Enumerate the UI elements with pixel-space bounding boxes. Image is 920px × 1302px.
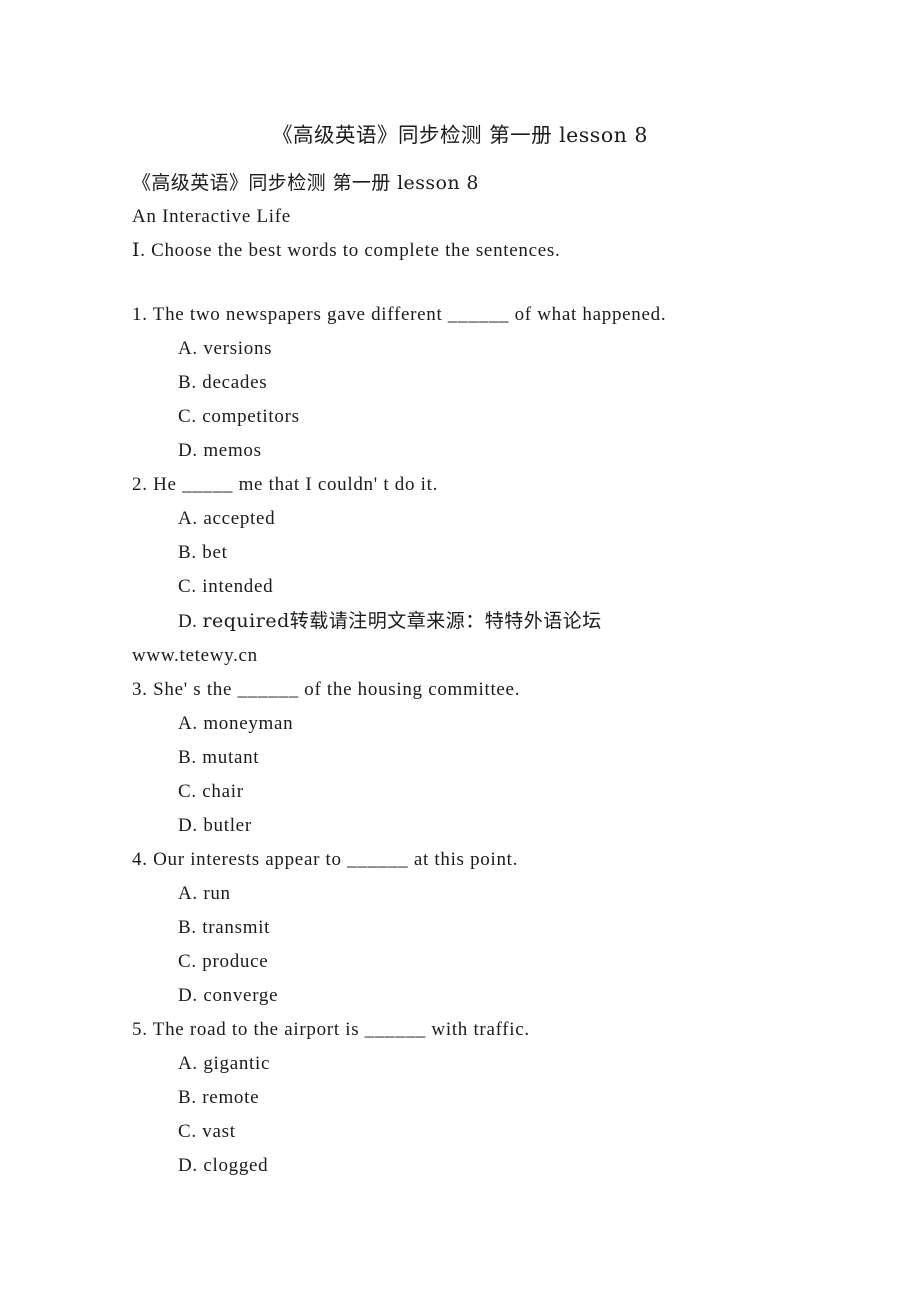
question-text: The two newspapers gave different ______… xyxy=(152,304,667,325)
option-row[interactable]: A. run xyxy=(132,877,892,911)
option-text: run xyxy=(203,883,231,904)
option-text: competitors xyxy=(202,406,300,427)
question-stem: 1. The two newspapers gave different ___… xyxy=(132,298,892,332)
question-number: 1. xyxy=(132,304,148,325)
option-text: accepted xyxy=(203,508,276,529)
option-letter: C. xyxy=(178,576,197,597)
option-row[interactable]: D. clogged xyxy=(132,1149,892,1183)
option-text: bet xyxy=(202,542,228,563)
option-letter: B. xyxy=(178,1087,197,1108)
question-stem: 4. Our interests appear to ______ at thi… xyxy=(132,843,892,877)
option-row[interactable]: B. mutant xyxy=(132,741,892,775)
option-text: clogged xyxy=(203,1155,269,1176)
option-text: vast xyxy=(202,1121,236,1142)
option-row[interactable]: C. vast xyxy=(132,1115,892,1149)
question-stem: 3. She' s the ______ of the housing comm… xyxy=(132,673,892,707)
option-row[interactable]: B. decades xyxy=(132,366,892,400)
question-number: 3. xyxy=(132,679,148,700)
question-text: Our interests appear to ______ at this p… xyxy=(153,849,519,870)
option-text: transmit xyxy=(202,917,271,938)
option-letter: C. xyxy=(178,781,197,802)
question-stem: 5. The road to the airport is ______ wit… xyxy=(132,1013,892,1047)
option-letter: D. xyxy=(178,440,198,461)
document-page: 《高级英语》同步检测 第一册 lesson 8 《高级英语》同步检测 第一册 l… xyxy=(0,0,920,1302)
question-stem: 2. He _____ me that I couldn' t do it. xyxy=(132,468,892,502)
lesson-title: An Interactive Life xyxy=(132,206,291,227)
document-body: 《高级英语》同步检测 第一册 lesson 8 An Interactive L… xyxy=(132,166,892,1183)
option-letter: A. xyxy=(178,508,198,529)
option-letter: C. xyxy=(178,1121,197,1142)
option-text: butler xyxy=(203,815,252,836)
option-letter: D. xyxy=(178,985,198,1006)
option-letter: B. xyxy=(178,917,197,938)
option-row[interactable]: D. butler xyxy=(132,809,892,843)
option-text: remote xyxy=(202,1087,260,1108)
option-row[interactable]: D. converge xyxy=(132,979,892,1013)
option-text: moneyman xyxy=(203,713,294,734)
option-text: decades xyxy=(202,372,268,393)
option-text: memos xyxy=(203,440,262,461)
option-letter: C. xyxy=(178,951,197,972)
option-letter: A. xyxy=(178,883,198,904)
option-text-with-watermark: required转载请注明文章来源：特特外语论坛 xyxy=(202,610,602,632)
option-row[interactable]: C. intended xyxy=(132,570,892,604)
option-row[interactable]: C. chair xyxy=(132,775,892,809)
option-letter: B. xyxy=(178,372,197,393)
option-letter: B. xyxy=(178,542,197,563)
option-letter: D. xyxy=(178,1155,198,1176)
option-row[interactable]: D. required转载请注明文章来源：特特外语论坛 xyxy=(132,604,892,639)
option-row[interactable]: B. remote xyxy=(132,1081,892,1115)
option-letter: D. xyxy=(178,815,198,836)
question-text: The road to the airport is ______ with t… xyxy=(152,1019,530,1040)
option-letter: A. xyxy=(178,1053,198,1074)
option-text: converge xyxy=(203,985,279,1006)
option-text: produce xyxy=(202,951,269,972)
option-text: gigantic xyxy=(203,1053,271,1074)
option-row[interactable]: C. competitors xyxy=(132,400,892,434)
page-title: 《高级英语》同步检测 第一册 lesson 8 xyxy=(272,123,648,147)
option-letter: A. xyxy=(178,713,198,734)
option-row[interactable]: D. memos xyxy=(132,434,892,468)
option-text: chair xyxy=(202,781,244,802)
option-row[interactable]: C. produce xyxy=(132,945,892,979)
question-number: 4. xyxy=(132,849,148,870)
option-row[interactable]: B. bet xyxy=(132,536,892,570)
option-letter: D. xyxy=(178,611,198,632)
watermark-url: www.tetewy.cn xyxy=(132,645,258,666)
option-text: intended xyxy=(202,576,274,597)
option-row[interactable]: A. moneyman xyxy=(132,707,892,741)
question-number: 5. xyxy=(132,1019,148,1040)
option-row[interactable]: B. transmit xyxy=(132,911,892,945)
option-letter: B. xyxy=(178,747,197,768)
question-text: He _____ me that I couldn' t do it. xyxy=(153,474,439,495)
option-letter: C. xyxy=(178,406,197,427)
option-text: mutant xyxy=(202,747,260,768)
section-instruction: Ⅰ. Choose the best words to complete the… xyxy=(132,240,561,261)
option-row[interactable]: A. gigantic xyxy=(132,1047,892,1081)
option-row[interactable]: A. versions xyxy=(132,332,892,366)
option-letter: A. xyxy=(178,338,198,359)
question-text: She' s the ______ of the housing committ… xyxy=(153,679,521,700)
option-text: versions xyxy=(203,338,273,359)
option-row[interactable]: A. accepted xyxy=(132,502,892,536)
heading-repeat: 《高级英语》同步检测 第一册 lesson 8 xyxy=(132,172,479,194)
question-number: 2. xyxy=(132,474,148,495)
